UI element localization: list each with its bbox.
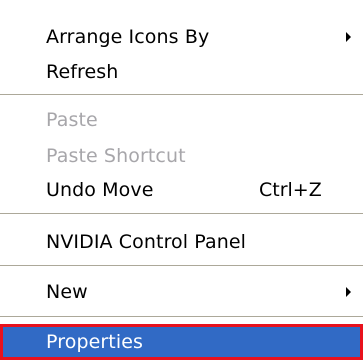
menu-item-label: Paste Shortcut bbox=[46, 145, 186, 167]
menu-item-new[interactable]: New bbox=[0, 275, 363, 309]
menu-item-label: New bbox=[46, 281, 88, 303]
menu-item-arrange-icons-by[interactable]: Arrange Icons By bbox=[0, 20, 363, 54]
menu-item-label: Properties bbox=[46, 331, 144, 353]
submenu-arrow-icon bbox=[346, 287, 351, 297]
menu-item-paste-shortcut: Paste Shortcut bbox=[0, 139, 363, 173]
menu-item-refresh[interactable]: Refresh bbox=[0, 55, 363, 89]
menu-item-nvidia-control-panel[interactable]: NVIDIA Control Panel bbox=[0, 225, 363, 259]
menu-item-label: Undo Move bbox=[46, 179, 154, 201]
menu-separator bbox=[0, 316, 363, 318]
menu-item-label: Refresh bbox=[46, 61, 119, 83]
menu-item-shortcut: Ctrl+Z bbox=[259, 179, 322, 201]
menu-item-label: Arrange Icons By bbox=[46, 26, 210, 48]
menu-item-paste: Paste bbox=[0, 103, 363, 137]
menu-item-undo-move[interactable]: Undo Move Ctrl+Z bbox=[0, 173, 363, 207]
menu-separator bbox=[0, 265, 363, 267]
menu-separator bbox=[0, 213, 363, 215]
menu-separator bbox=[0, 94, 363, 96]
menu-item-label: NVIDIA Control Panel bbox=[46, 231, 247, 253]
submenu-arrow-icon bbox=[346, 32, 351, 42]
desktop-context-menu: Arrange Icons By Refresh Paste Paste Sho… bbox=[0, 0, 363, 360]
menu-item-properties[interactable]: Properties bbox=[0, 324, 363, 360]
menu-item-label: Paste bbox=[46, 109, 98, 131]
